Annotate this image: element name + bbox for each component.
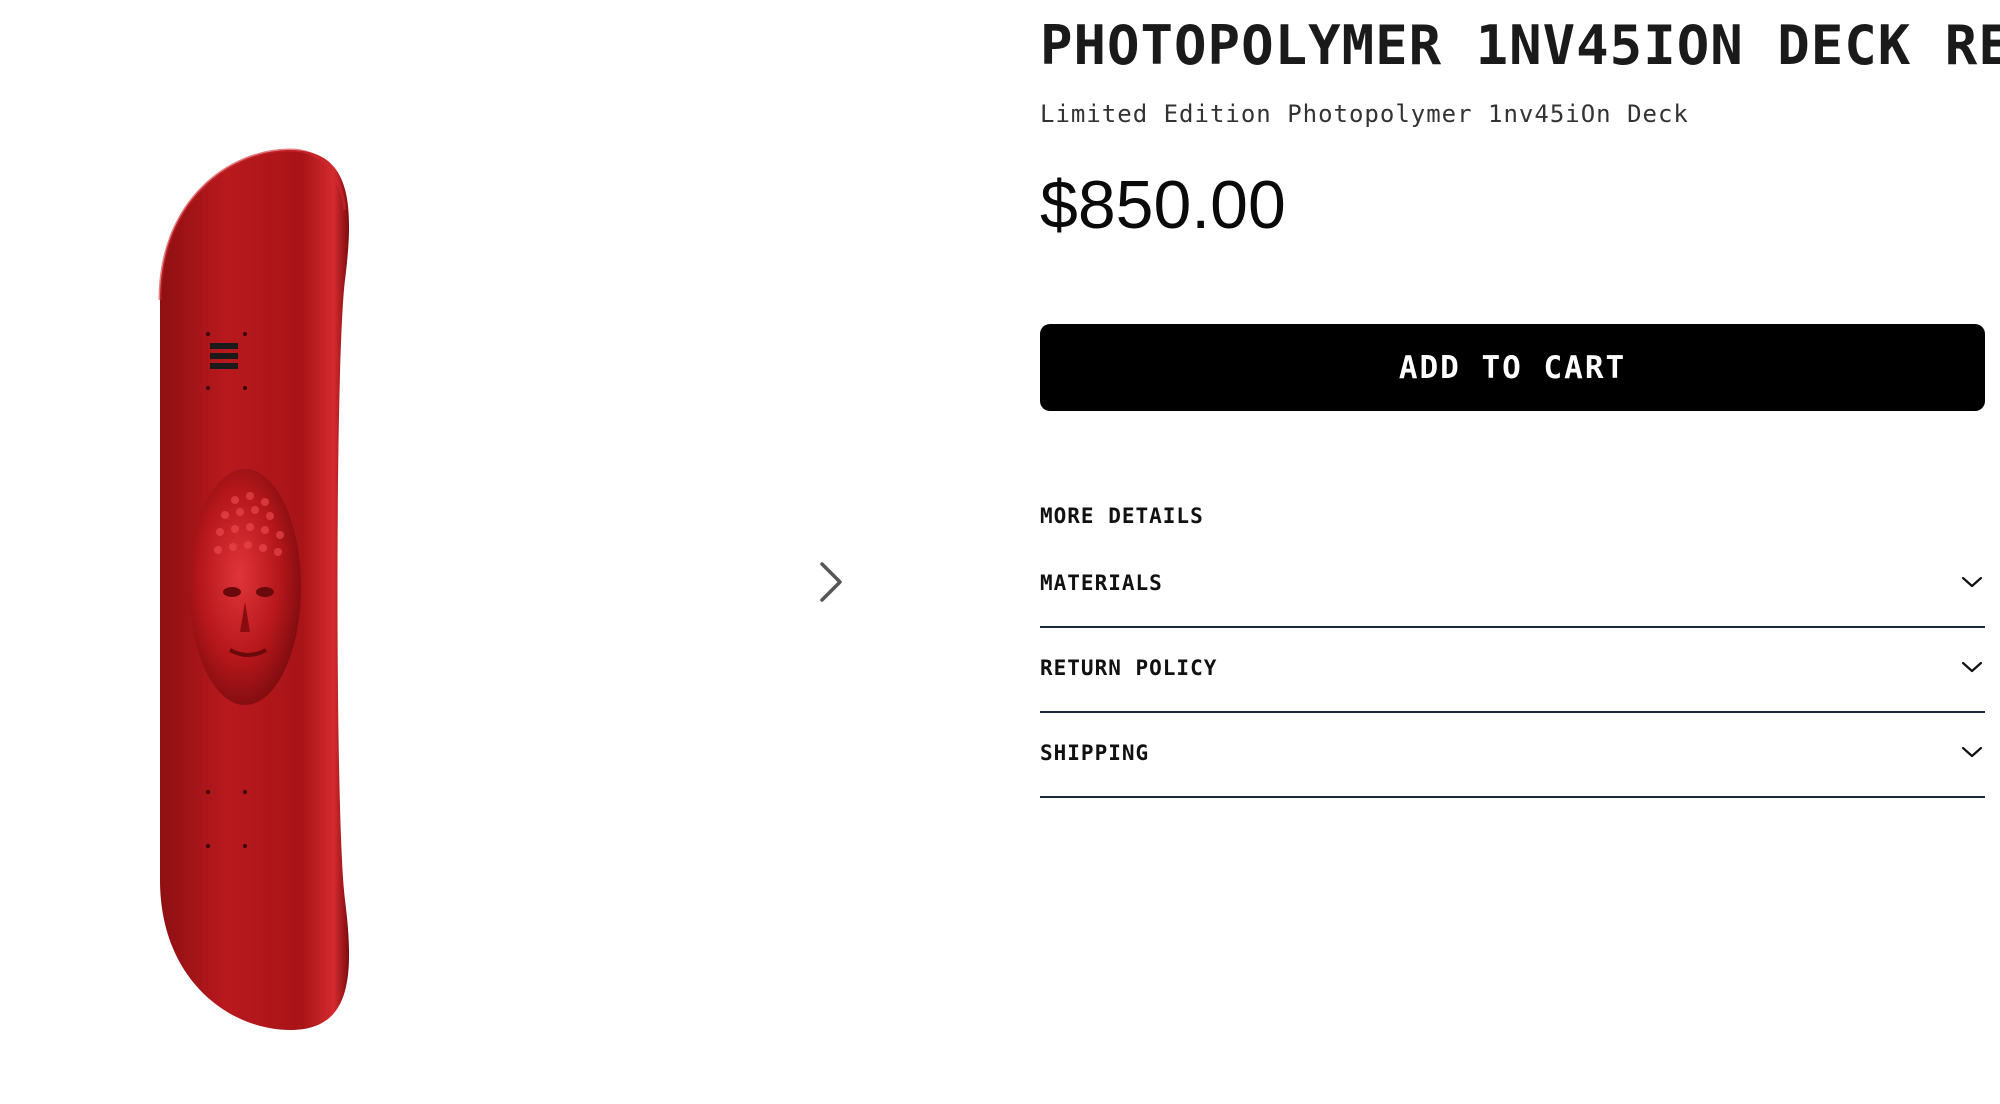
accordion-label: RETURN POLICY (1040, 656, 1218, 680)
product-title: PHOTOPOLYMER 1NV45ION DECK RED (1040, 14, 2000, 77)
accordion-label: MATERIALS (1040, 571, 1163, 595)
add-to-cart-button[interactable]: ADD TO CART (1040, 324, 1985, 411)
chevron-down-icon (1961, 661, 1983, 673)
chevron-down-icon (1961, 576, 1983, 588)
accordion-shipping[interactable]: SHIPPING (1040, 713, 1985, 798)
accordion-materials[interactable]: MATERIALS (1040, 543, 1985, 628)
chevron-down-icon (1961, 746, 1983, 758)
more-details-heading: MORE DETAILS (1040, 504, 1204, 528)
product-image (158, 148, 350, 1030)
chevron-right-icon (820, 562, 842, 602)
accordion-label: SHIPPING (1040, 741, 1150, 765)
product-price: $850.00 (1040, 167, 1286, 243)
next-image-button[interactable] (810, 560, 850, 604)
accordion-return-policy[interactable]: RETURN POLICY (1040, 628, 1985, 713)
product-gallery (0, 0, 1000, 1104)
product-subtitle: Limited Edition Photopolymer 1nv45iOn De… (1040, 100, 1689, 128)
